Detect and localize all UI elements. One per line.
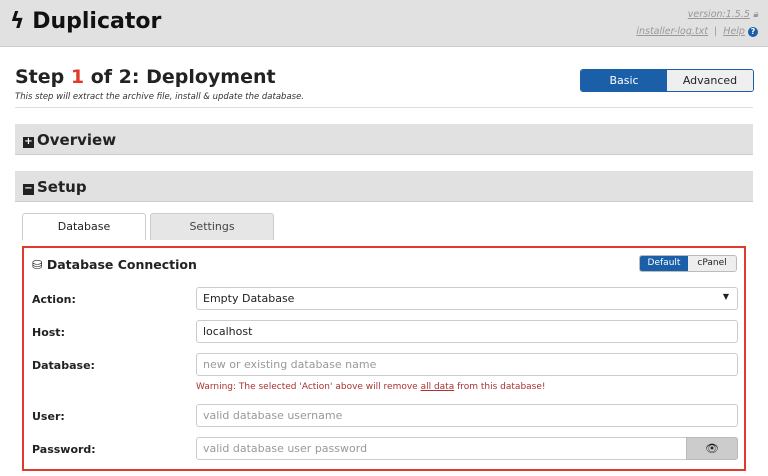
action-select[interactable]: Empty Database▼ <box>196 287 738 310</box>
user-input[interactable]: valid database username <box>196 404 738 427</box>
basic-button[interactable]: Basic <box>581 70 667 91</box>
bolt-icon: ϟ <box>10 9 25 34</box>
advanced-button[interactable]: Advanced <box>667 70 753 91</box>
dropdown-arrow-icon: ▼ <box>723 292 729 301</box>
connection-type-toggle: Default cPanel <box>639 255 737 272</box>
host-input[interactable]: localhost <box>196 320 738 343</box>
database-connection-panel: ⛁ Database Connection Default cPanel Act… <box>22 246 746 471</box>
version-link[interactable]: version:1.5.5 <box>688 9 750 20</box>
installer-log-link[interactable]: installer-log.txt <box>636 26 708 37</box>
page-subtitle: This step will extract the archive file,… <box>15 92 304 102</box>
host-label: Host: <box>32 326 65 339</box>
lock-icon: 🔒︎ <box>753 9 758 20</box>
password-input[interactable]: valid database user password👁︎ <box>196 437 738 460</box>
minus-icon: − <box>23 184 34 195</box>
overview-section-header[interactable]: +Overview <box>15 124 753 155</box>
database-label: Database: <box>32 359 95 372</box>
divider <box>15 107 753 108</box>
mode-toggle: Basic Advanced <box>580 69 754 92</box>
database-icon: ⛁ <box>32 257 42 272</box>
warning-text: Warning: The selected 'Action' above wil… <box>196 382 546 392</box>
default-button[interactable]: Default <box>640 256 688 271</box>
cpanel-button[interactable]: cPanel <box>688 256 736 271</box>
panel-title: ⛁ Database Connection <box>32 257 197 272</box>
logo-text: Duplicator <box>32 9 161 34</box>
setup-section-header[interactable]: −Setup <box>15 171 753 202</box>
database-input[interactable]: new or existing database name <box>196 353 738 376</box>
show-password-eye-icon[interactable]: 👁︎ <box>686 437 738 460</box>
tab-settings[interactable]: Settings <box>150 213 274 240</box>
logo: ϟ Duplicator <box>10 9 161 34</box>
help-link[interactable]: Help <box>723 26 745 37</box>
plus-icon: + <box>23 137 34 148</box>
header: ϟ Duplicator version:1.5.5 🔒︎ installer-… <box>0 0 768 47</box>
help-icon[interactable]: ? <box>748 27 758 37</box>
all-data-link[interactable]: all data <box>421 382 455 392</box>
user-label: User: <box>32 410 65 423</box>
action-label: Action: <box>32 293 76 306</box>
tab-database[interactable]: Database <box>22 213 146 240</box>
password-label: Password: <box>32 443 96 456</box>
separator: | <box>714 26 717 37</box>
page-title: Step 1 of 2: Deployment <box>15 66 276 88</box>
